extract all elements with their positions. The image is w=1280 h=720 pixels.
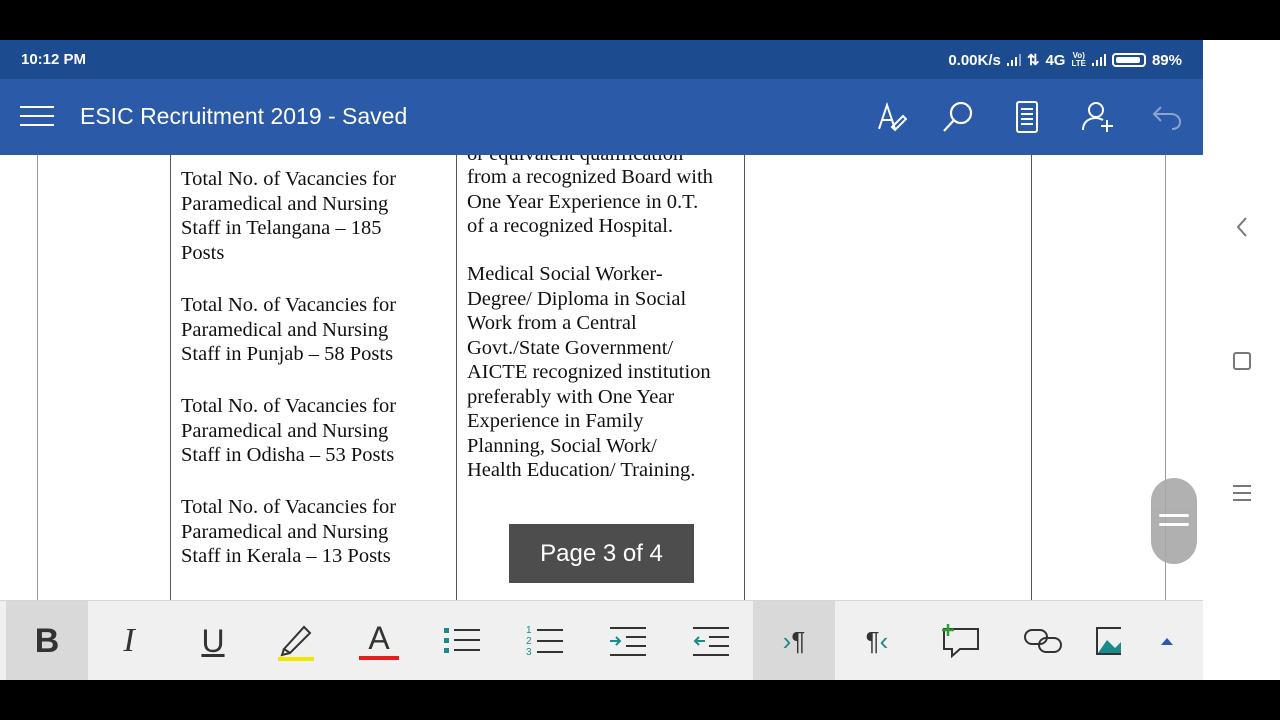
qualification-block-social-worker: Medical Social Worker- Degree/ Diploma in… xyxy=(467,263,711,481)
svg-text:2: 2 xyxy=(526,636,532,647)
table-border-3 xyxy=(744,155,745,600)
pen-icon[interactable] xyxy=(871,97,911,137)
bullet-list-icon[interactable] xyxy=(421,601,503,680)
svg-text:3: 3 xyxy=(526,647,532,658)
page-indicator: Page 3 of 4 xyxy=(509,524,694,583)
qualification-block-ot: from a recognized Board with One Year Exp… xyxy=(467,166,713,237)
device-screen: 10:12 PM 0.00K/s ⇅ 4G Vo) LTE 89% ESIC Re… xyxy=(0,40,1280,680)
android-nav-bar xyxy=(1203,40,1280,680)
vacancy-block-odisha: Total No. of Vacancies for Paramedical an… xyxy=(181,395,397,466)
menu-icon[interactable] xyxy=(20,106,54,128)
table-border-4 xyxy=(1031,155,1032,600)
format-toolbar: B I U A 123 ›¶ ¶‹ xyxy=(0,600,1203,680)
data-arrows-icon: ⇅ xyxy=(1026,52,1040,69)
battery-icon xyxy=(1111,53,1146,67)
table-border-2 xyxy=(456,155,457,600)
decrease-indent-icon[interactable] xyxy=(670,601,752,680)
table-border-1 xyxy=(170,155,171,600)
home-icon[interactable] xyxy=(1229,348,1255,374)
reading-view-icon[interactable] xyxy=(1007,97,1047,137)
battery-level: 89% xyxy=(1151,51,1182,69)
vacancy-block-kerala: Total No. of Vacancies for Paramedical an… xyxy=(181,496,397,567)
font-color-icon[interactable]: A xyxy=(338,601,420,680)
vacancy-block-punjab: Total No. of Vacancies for Paramedical an… xyxy=(181,294,397,365)
back-icon[interactable] xyxy=(1229,214,1255,240)
undo-icon[interactable] xyxy=(1147,97,1187,137)
expand-toolbar-icon[interactable] xyxy=(1131,601,1203,680)
rtl-paragraph-icon[interactable]: ¶‹ xyxy=(836,601,918,680)
word-app: 10:12 PM 0.00K/s ⇅ 4G Vo) LTE 89% ESIC Re… xyxy=(0,40,1203,680)
signal-icon xyxy=(1006,54,1021,66)
link-icon[interactable] xyxy=(1002,601,1084,680)
network-speed: 0.00K/s xyxy=(948,51,1001,69)
status-bar: 10:12 PM 0.00K/s ⇅ 4G Vo) LTE 89% xyxy=(0,40,1203,79)
app-bar: ESIC Recruitment 2019 - Saved xyxy=(0,79,1203,155)
share-person-icon[interactable] xyxy=(1078,97,1118,137)
network-type: 4G xyxy=(1045,51,1066,69)
document-title[interactable]: ESIC Recruitment 2019 - Saved xyxy=(80,103,407,130)
bold-icon[interactable]: B xyxy=(6,601,88,680)
volte-icon: Vo) LTE xyxy=(1071,51,1086,68)
vacancy-block-telangana: Total No. of Vacancies for Paramedical an… xyxy=(181,168,397,264)
status-indicators: 0.00K/s ⇅ 4G Vo) LTE 89% xyxy=(948,51,1182,70)
signal-icon-2 xyxy=(1091,54,1106,66)
italic-icon[interactable]: I xyxy=(88,601,170,680)
status-time: 10:12 PM xyxy=(21,51,87,68)
numbered-list-icon[interactable]: 123 xyxy=(504,601,586,680)
page-margin-left xyxy=(37,155,38,600)
underline-icon[interactable]: U xyxy=(172,601,254,680)
document-canvas[interactable]: Total No. of Vacancies for Paramedical an… xyxy=(0,155,1203,600)
ltr-paragraph-icon[interactable]: ›¶ xyxy=(753,601,835,680)
increase-indent-icon[interactable] xyxy=(587,601,669,680)
insert-picture-icon[interactable] xyxy=(1085,601,1131,680)
new-comment-icon[interactable] xyxy=(919,601,1001,680)
search-icon[interactable] xyxy=(938,97,978,137)
scroll-thumb[interactable] xyxy=(1151,478,1197,564)
highlighter-icon[interactable] xyxy=(255,601,337,680)
recents-icon[interactable] xyxy=(1229,480,1255,506)
svg-text:1: 1 xyxy=(526,625,532,636)
